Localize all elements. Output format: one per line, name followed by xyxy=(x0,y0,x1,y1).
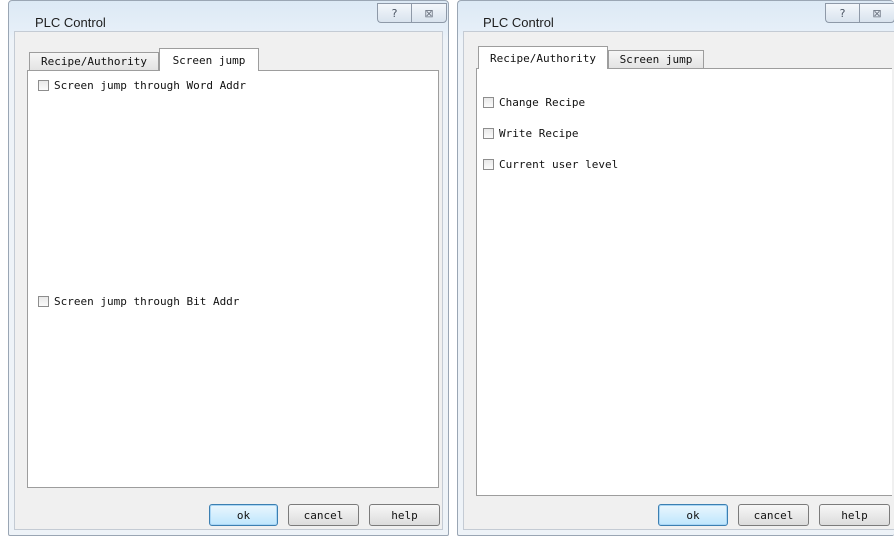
ok-button[interactable]: ok xyxy=(209,504,278,526)
checkbox-label: Screen jump through Bit Addr xyxy=(54,295,240,308)
caption-buttons: ? ⊠ xyxy=(825,3,894,23)
checkbox-box[interactable] xyxy=(483,128,494,139)
help-caption-button[interactable]: ? xyxy=(825,3,859,23)
close-caption-button[interactable]: ⊠ xyxy=(859,3,894,23)
checkbox-box[interactable] xyxy=(483,97,494,108)
close-icon: ⊠ xyxy=(872,6,882,20)
checkbox-box[interactable] xyxy=(483,159,494,170)
cancel-button[interactable]: cancel xyxy=(288,504,359,526)
checkbox-label: Screen jump through Word Addr xyxy=(54,79,247,92)
checkbox-label: Current user level xyxy=(499,158,619,171)
help-button[interactable]: help xyxy=(369,504,440,526)
cancel-button[interactable]: cancel xyxy=(738,504,809,526)
plc-control-dialog-left: PLC Control ? ⊠ Recipe/Authority Screen … xyxy=(8,0,449,536)
checkbox-box[interactable] xyxy=(38,296,49,307)
caption-buttons: ? ⊠ xyxy=(377,3,447,23)
checkbox-current-user-level[interactable]: Current user level xyxy=(483,158,618,171)
checkbox-label: Write Recipe xyxy=(499,127,579,140)
dialog-title: PLC Control xyxy=(483,15,554,30)
close-icon: ⊠ xyxy=(424,6,434,20)
dialog-client-area: Recipe/Authority Screen jump Screen jump… xyxy=(14,31,443,530)
checkbox-change-recipe[interactable]: Change Recipe xyxy=(483,96,585,109)
tab-panel-screen-jump: Screen jump through Word Addr Screen jum… xyxy=(27,70,439,488)
question-mark-icon: ? xyxy=(839,6,846,20)
tab-screen-jump[interactable]: Screen jump xyxy=(159,48,259,71)
help-caption-button[interactable]: ? xyxy=(377,3,411,23)
question-mark-icon: ? xyxy=(391,6,398,20)
close-caption-button[interactable]: ⊠ xyxy=(411,3,447,23)
ok-button[interactable]: ok xyxy=(658,504,728,526)
checkbox-screen-jump-bit-addr[interactable]: Screen jump through Bit Addr xyxy=(38,295,239,308)
tab-screen-jump[interactable]: Screen jump xyxy=(608,50,704,68)
help-button[interactable]: help xyxy=(819,504,890,526)
dialog-title: PLC Control xyxy=(35,15,106,30)
tab-recipe-authority[interactable]: Recipe/Authority xyxy=(29,52,159,70)
checkbox-write-recipe[interactable]: Write Recipe xyxy=(483,127,578,140)
checkbox-label: Change Recipe xyxy=(499,96,586,109)
dialog-client-area: Recipe/Authority Screen jump Change Reci… xyxy=(463,31,894,530)
tab-panel-recipe-authority: Change Recipe Write Recipe Current user … xyxy=(476,68,892,496)
tab-recipe-authority[interactable]: Recipe/Authority xyxy=(478,46,608,69)
plc-control-dialog-right: PLC Control ? ⊠ Recipe/Authority Screen … xyxy=(457,0,894,536)
checkbox-screen-jump-word-addr[interactable]: Screen jump through Word Addr xyxy=(38,79,246,92)
checkbox-box[interactable] xyxy=(38,80,49,91)
